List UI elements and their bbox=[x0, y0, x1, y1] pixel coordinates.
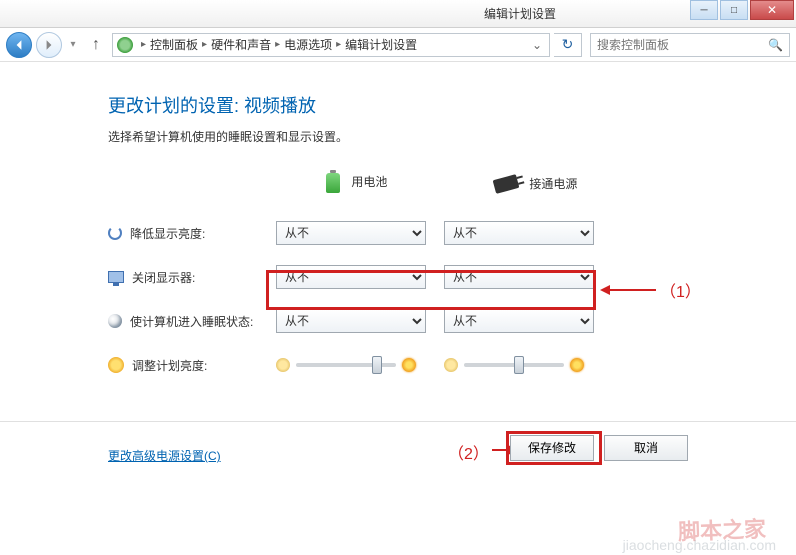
row-sleep-label: 使计算机进入睡眠状态: bbox=[108, 299, 268, 343]
dim-ac-select[interactable]: 从不 bbox=[444, 221, 594, 245]
bc-power[interactable]: 电源选项 bbox=[284, 36, 332, 53]
watermark-main: 脚本之家 bbox=[677, 511, 766, 546]
content: 更改计划的设置: 视频播放 选择希望计算机使用的睡眠设置和显示设置。 用电池 接… bbox=[0, 62, 796, 465]
dim-icon bbox=[108, 226, 122, 240]
refresh-button[interactable]: ↻ bbox=[554, 33, 582, 57]
maximize-button[interactable]: □ bbox=[720, 0, 748, 20]
chevron-right-icon: ▸ bbox=[202, 39, 207, 50]
row-dim-label: 降低显示亮度: bbox=[108, 211, 268, 255]
col-ac: 接通电源 bbox=[444, 175, 604, 210]
window-title: 编辑计划设置 bbox=[350, 5, 690, 22]
col-battery-label: 用电池 bbox=[351, 175, 387, 189]
monitor-icon bbox=[108, 271, 124, 283]
sun-high-icon bbox=[570, 358, 584, 372]
save-button[interactable]: 保存修改 bbox=[510, 435, 594, 461]
dim-battery-select[interactable]: 从不 bbox=[276, 221, 426, 245]
arrow-right-icon bbox=[43, 39, 55, 51]
toolbar: ▾ ↑ ▸ 控制面板 ▸ 硬件和声音 ▸ 电源选项 ▸ 编辑计划设置 ⌄ ↻ 🔍 bbox=[0, 28, 796, 62]
col-battery: 用电池 bbox=[276, 173, 436, 211]
row-off-label: 关闭显示器: bbox=[108, 255, 268, 299]
sun-low-icon bbox=[444, 358, 458, 372]
bc-hardware[interactable]: 硬件和声音 bbox=[211, 36, 271, 53]
footer: 保存修改 取消 bbox=[0, 421, 796, 473]
titlebar: 编辑计划设置 ─ □ ✕ bbox=[0, 0, 796, 28]
sun-high-icon bbox=[402, 358, 416, 372]
breadcrumb-dropdown[interactable]: ⌄ bbox=[529, 38, 545, 52]
search-icon[interactable]: 🔍 bbox=[768, 38, 783, 52]
back-button[interactable] bbox=[6, 32, 32, 58]
bc-edit-plan[interactable]: 编辑计划设置 bbox=[345, 36, 417, 53]
row-bright-label: 调整计划亮度: bbox=[108, 343, 268, 387]
breadcrumb[interactable]: ▸ 控制面板 ▸ 硬件和声音 ▸ 电源选项 ▸ 编辑计划设置 ⌄ bbox=[112, 33, 550, 57]
search-input[interactable] bbox=[597, 38, 768, 52]
settings-grid: 用电池 接通电源 降低显示亮度: 从不 从不 关闭显示器: 从不 从不 使计算机… bbox=[108, 173, 756, 387]
sleep-ac-select[interactable]: 从不 bbox=[444, 309, 594, 333]
up-button[interactable]: ↑ bbox=[84, 33, 108, 57]
page-title: 更改计划的设置: 视频播放 bbox=[108, 92, 756, 118]
moon-icon bbox=[108, 314, 122, 328]
bright-ac-cell bbox=[444, 358, 604, 372]
page-subtitle: 选择希望计算机使用的睡眠设置和显示设置。 bbox=[108, 128, 756, 145]
bright-battery-cell bbox=[276, 358, 436, 372]
minimize-button[interactable]: ─ bbox=[690, 0, 718, 20]
search-box[interactable]: 🔍 bbox=[590, 33, 790, 57]
chevron-right-icon: ▸ bbox=[275, 39, 280, 50]
forward-button[interactable] bbox=[36, 32, 62, 58]
arrow-left-icon bbox=[13, 39, 25, 51]
slider-thumb[interactable] bbox=[514, 356, 524, 374]
control-panel-icon bbox=[117, 37, 133, 53]
slider-thumb[interactable] bbox=[372, 356, 382, 374]
col-ac-label: 接通电源 bbox=[529, 177, 577, 191]
close-button[interactable]: ✕ bbox=[750, 0, 794, 20]
bright-battery-slider[interactable] bbox=[296, 363, 396, 367]
off-battery-select[interactable]: 从不 bbox=[276, 265, 426, 289]
bright-ac-slider[interactable] bbox=[464, 363, 564, 367]
history-dropdown[interactable]: ▾ bbox=[66, 32, 80, 58]
bc-control-panel[interactable]: 控制面板 bbox=[150, 36, 198, 53]
sleep-battery-select[interactable]: 从不 bbox=[276, 309, 426, 333]
chevron-right-icon: ▸ bbox=[336, 39, 341, 50]
watermark-sub: jiaocheng.chazidian.com bbox=[623, 537, 776, 553]
brightness-icon bbox=[108, 357, 124, 373]
sun-low-icon bbox=[276, 358, 290, 372]
cancel-button[interactable]: 取消 bbox=[604, 435, 688, 461]
plug-icon bbox=[493, 174, 520, 194]
battery-icon bbox=[326, 173, 340, 193]
chevron-right-icon: ▸ bbox=[141, 39, 146, 50]
off-ac-select[interactable]: 从不 bbox=[444, 265, 594, 289]
